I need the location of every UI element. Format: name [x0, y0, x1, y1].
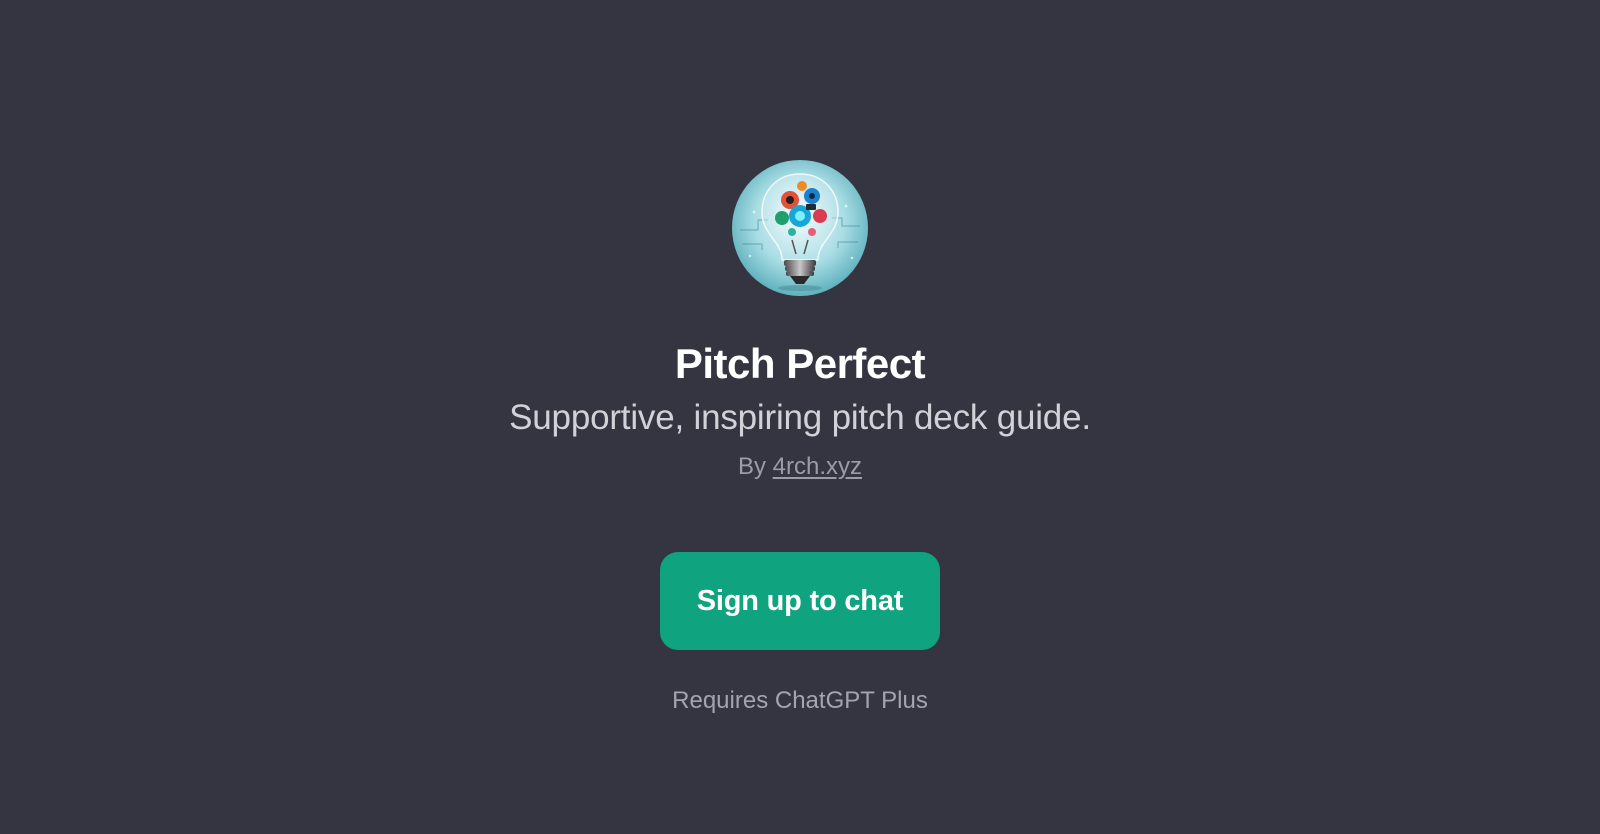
- byline-prefix: By: [737, 453, 766, 480]
- gpt-info-column: Pitch Perfect Supportive, inspiring pitc…: [0, 160, 1600, 716]
- gpt-description: Supportive, inspiring pitch deck guide.: [509, 398, 1091, 437]
- sign-up-button[interactable]: Sign up to chat: [660, 552, 940, 650]
- gpt-title: Pitch Perfect: [674, 340, 926, 387]
- lightbulb-icon: [732, 160, 868, 296]
- author-link[interactable]: 4rch.xyz: [773, 453, 862, 480]
- author-byline: By 4rch.xyz: [738, 452, 862, 482]
- gpt-avatar: [732, 160, 868, 296]
- plus-requirement-note: Requires ChatGPT Plus: [672, 687, 928, 714]
- gpt-landing-page: Pitch Perfect Supportive, inspiring pitc…: [0, 0, 1600, 834]
